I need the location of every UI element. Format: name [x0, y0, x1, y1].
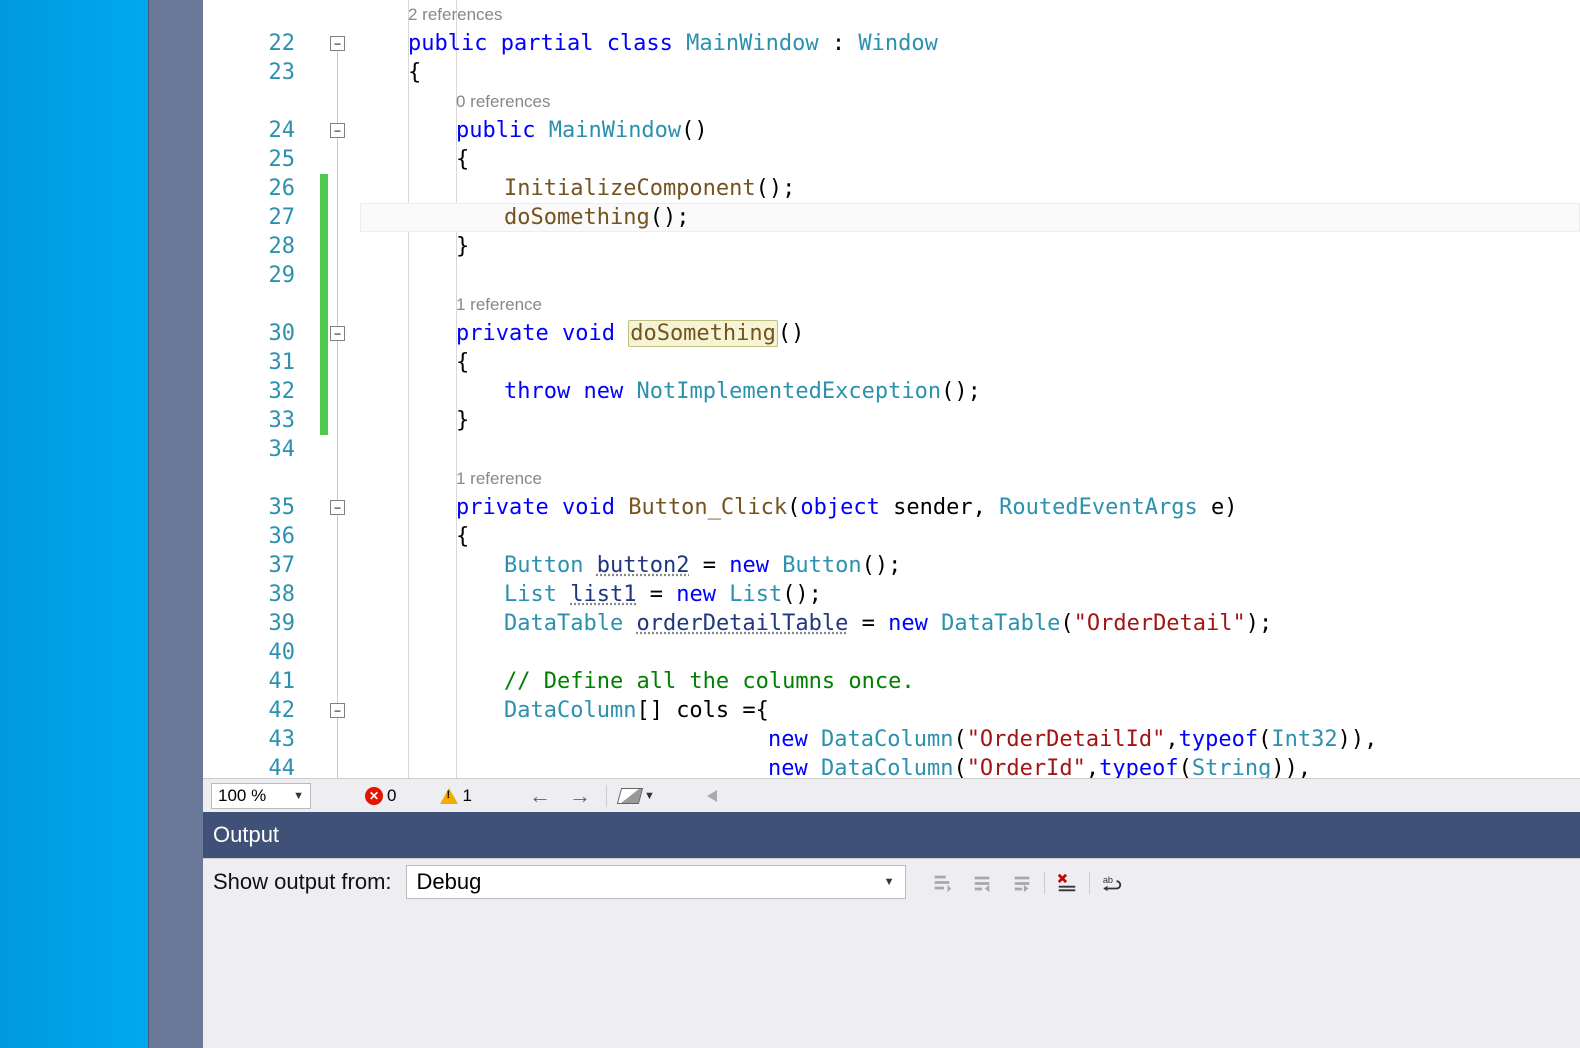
- line-number: 39: [203, 609, 295, 638]
- code-line[interactable]: DataTable orderDetailTable = new DataTab…: [360, 609, 1580, 638]
- fold-toggle[interactable]: [330, 123, 345, 138]
- next-message-button: [1004, 865, 1040, 901]
- line-number: 27: [203, 203, 295, 232]
- code-line[interactable]: private void Button_Click(object sender,…: [360, 493, 1580, 522]
- zoom-value: 100 %: [218, 786, 266, 806]
- code-line[interactable]: new DataColumn("OrderId",typeof(String))…: [360, 754, 1580, 778]
- warning-count: 1: [462, 786, 471, 806]
- line-number: [203, 290, 295, 319]
- eraser-icon: [617, 788, 643, 804]
- separator: [1089, 872, 1090, 894]
- clear-all-button[interactable]: [1049, 865, 1085, 901]
- code-line[interactable]: public MainWindow(): [360, 116, 1580, 145]
- line-number: [203, 464, 295, 493]
- fold-toggle[interactable]: [330, 36, 345, 51]
- scroll-left-icon[interactable]: [707, 790, 717, 802]
- line-number: 40: [203, 638, 295, 667]
- code-content[interactable]: 2 referencespublic partial class MainWin…: [360, 0, 1580, 778]
- editor-status-bar: 100 % ▼ ✕ 0 1 ← → ▼: [203, 778, 1580, 812]
- output-toolbar: Show output from: Debug ▼ ab: [203, 858, 1580, 1048]
- code-line[interactable]: public partial class MainWindow : Window: [360, 29, 1580, 58]
- output-source-combo[interactable]: Debug ▼: [406, 865, 906, 899]
- desktop-strip: [0, 0, 148, 1048]
- chevron-down-icon: ▼: [644, 790, 655, 802]
- code-line[interactable]: }: [360, 232, 1580, 261]
- line-number: 32: [203, 377, 295, 406]
- line-number: [203, 87, 295, 116]
- code-line[interactable]: Button button2 = new Button();: [360, 551, 1580, 580]
- codelens-hint[interactable]: 2 references: [360, 0, 1580, 29]
- fold-toggle[interactable]: [330, 326, 345, 341]
- codelens-hint[interactable]: 0 references: [360, 87, 1580, 116]
- line-number: 23: [203, 58, 295, 87]
- fold-toggle[interactable]: [330, 500, 345, 515]
- line-number: 22: [203, 29, 295, 58]
- fold-toggle[interactable]: [330, 703, 345, 718]
- code-line[interactable]: }: [360, 406, 1580, 435]
- line-number: 43: [203, 725, 295, 754]
- code-line[interactable]: // Define all the columns once.: [360, 667, 1580, 696]
- code-line[interactable]: doSomething();: [360, 203, 1580, 232]
- error-count: 0: [387, 786, 396, 806]
- find-message-button: [924, 865, 960, 901]
- output-from-label: Show output from:: [213, 865, 392, 895]
- svg-text:ab: ab: [1102, 875, 1112, 885]
- error-indicator[interactable]: ✕ 0: [365, 786, 396, 806]
- prev-message-button: [964, 865, 1000, 901]
- code-line[interactable]: [360, 261, 1580, 290]
- line-number: 35: [203, 493, 295, 522]
- code-line[interactable]: {: [360, 58, 1580, 87]
- change-marker: [320, 174, 328, 435]
- line-number: 44: [203, 754, 295, 778]
- code-line[interactable]: {: [360, 522, 1580, 551]
- code-editor[interactable]: 2223 242526272829 3031323334 35363738394041…: [203, 0, 1580, 778]
- fold-column: [330, 0, 350, 778]
- chevron-down-icon: ▼: [884, 876, 895, 888]
- line-number: 31: [203, 348, 295, 377]
- nav-forward-button[interactable]: →: [566, 782, 594, 810]
- line-number: [203, 0, 295, 29]
- line-number: 30: [203, 319, 295, 348]
- nav-back-button[interactable]: ←: [526, 782, 554, 810]
- chevron-down-icon: ▼: [293, 790, 304, 802]
- zoom-combo[interactable]: 100 % ▼: [211, 783, 311, 809]
- code-line[interactable]: [360, 638, 1580, 667]
- line-number: 41: [203, 667, 295, 696]
- line-number: 42: [203, 696, 295, 725]
- warning-indicator[interactable]: 1: [440, 786, 471, 806]
- code-line[interactable]: {: [360, 348, 1580, 377]
- editor-main-area: 2223 242526272829 3031323334 35363738394041…: [203, 0, 1580, 1048]
- output-source-value: Debug: [417, 869, 482, 895]
- line-number: 33: [203, 406, 295, 435]
- code-line[interactable]: DataColumn[] cols ={: [360, 696, 1580, 725]
- code-line[interactable]: [360, 435, 1580, 464]
- editor-gutter: 2223 242526272829 3031323334 35363738394041…: [203, 0, 360, 778]
- code-line[interactable]: new DataColumn("OrderDetailId",typeof(In…: [360, 725, 1580, 754]
- line-number: 36: [203, 522, 295, 551]
- line-number: 38: [203, 580, 295, 609]
- error-icon: ✕: [365, 787, 383, 805]
- line-number: 24: [203, 116, 295, 145]
- code-line[interactable]: {: [360, 145, 1580, 174]
- code-line[interactable]: private void doSomething(): [360, 319, 1580, 348]
- output-title: Output: [213, 822, 279, 848]
- line-number: 29: [203, 261, 295, 290]
- warning-icon: [440, 788, 458, 804]
- separator: [1044, 872, 1045, 894]
- code-line[interactable]: List list1 = new List();: [360, 580, 1580, 609]
- separator: [606, 785, 607, 807]
- output-panel-header[interactable]: Output: [203, 812, 1580, 858]
- line-number: 26: [203, 174, 295, 203]
- line-number: 37: [203, 551, 295, 580]
- line-number: 28: [203, 232, 295, 261]
- code-line[interactable]: InitializeComponent();: [360, 174, 1580, 203]
- line-number: 34: [203, 435, 295, 464]
- track-changes-button[interactable]: ▼: [619, 788, 655, 804]
- line-number: 25: [203, 145, 295, 174]
- codelens-hint[interactable]: 1 reference: [360, 290, 1580, 319]
- code-line[interactable]: throw new NotImplementedException();: [360, 377, 1580, 406]
- collapsed-panel[interactable]: [148, 0, 203, 1048]
- codelens-hint[interactable]: 1 reference: [360, 464, 1580, 493]
- word-wrap-button[interactable]: ab: [1094, 865, 1130, 901]
